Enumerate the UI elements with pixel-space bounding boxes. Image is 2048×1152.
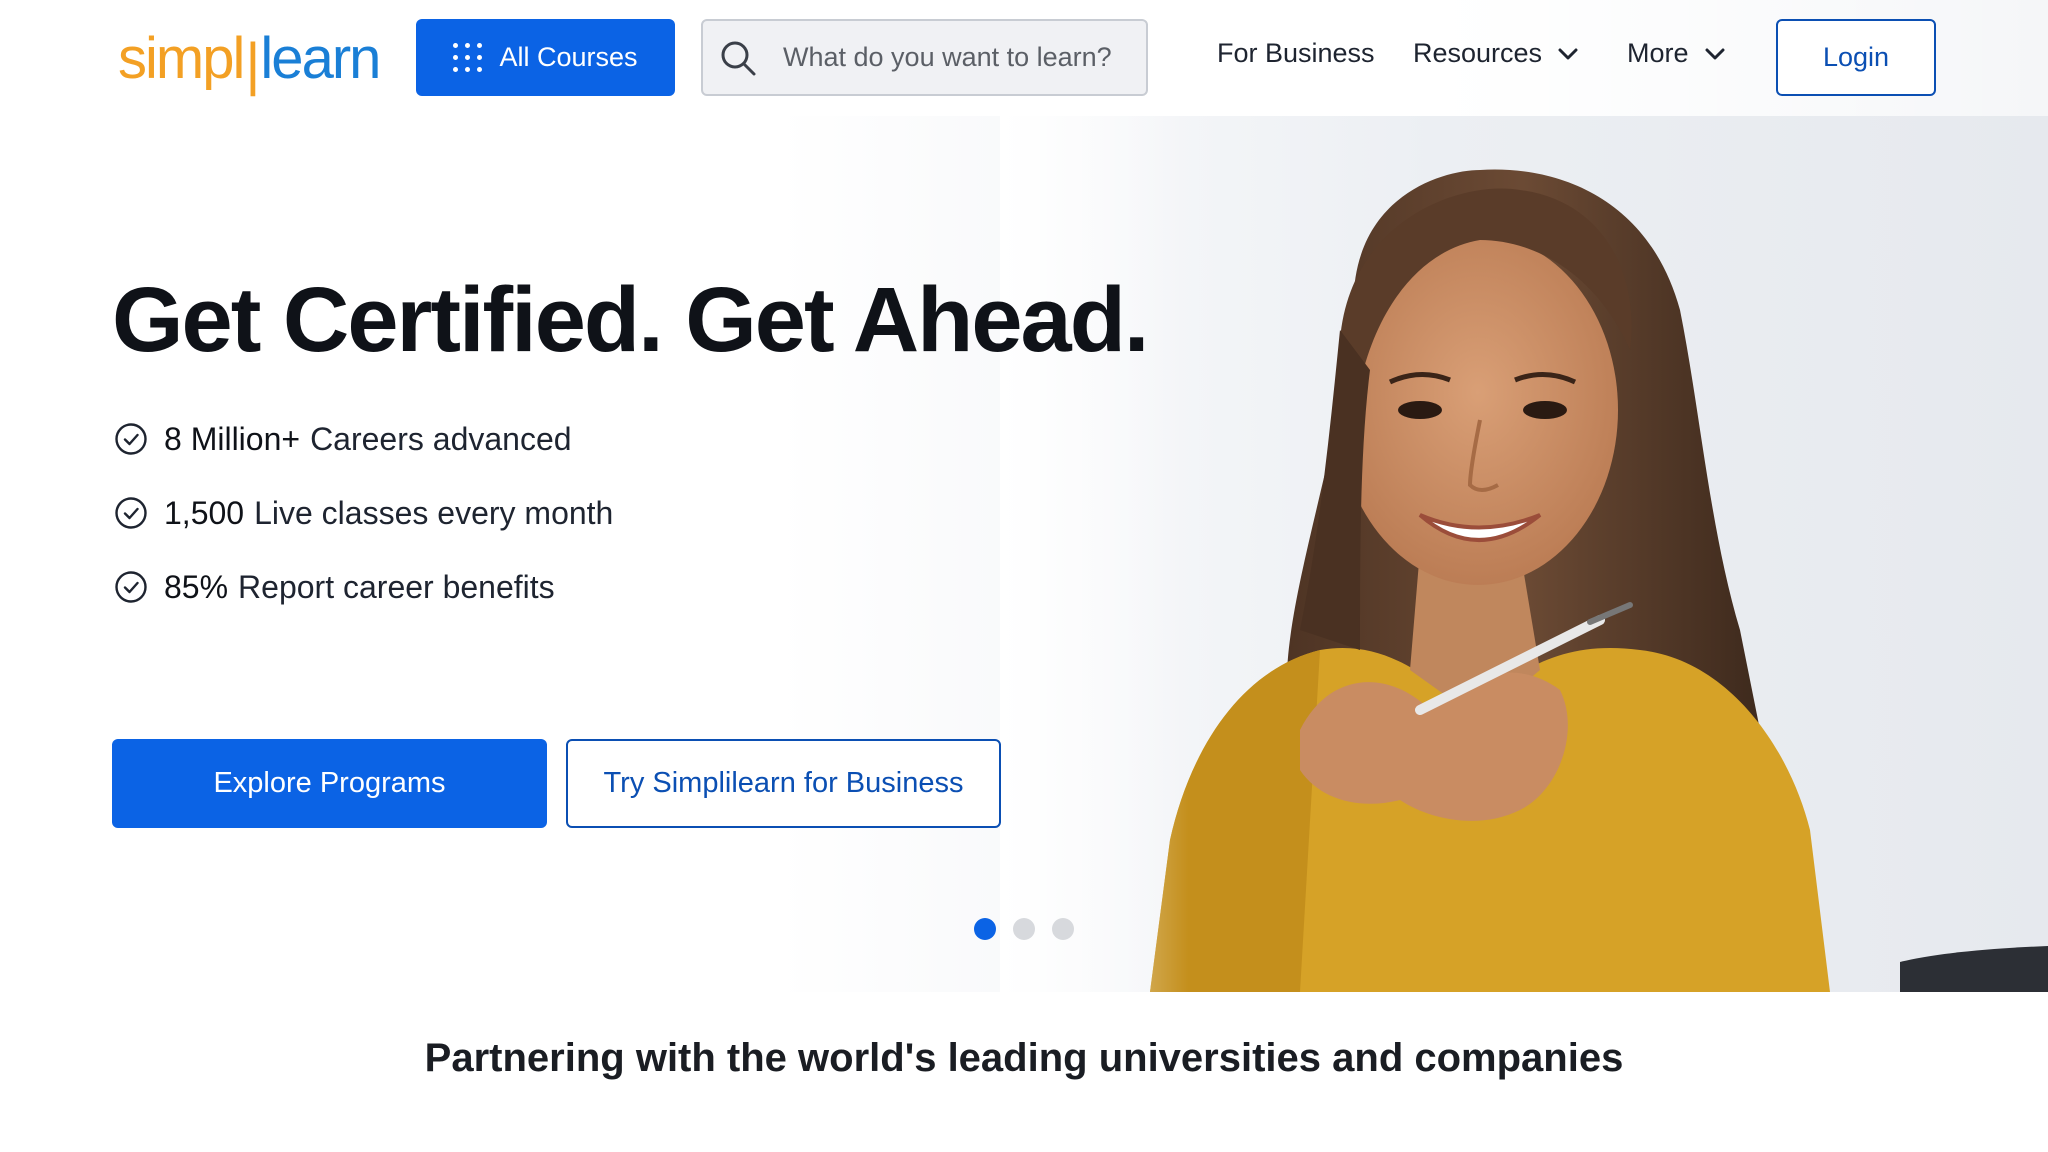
explore-programs-button[interactable]: Explore Programs	[112, 739, 547, 828]
login-label: Login	[1822, 42, 1890, 72]
stat-item: 8 Million+ Careers advanced	[114, 402, 613, 476]
nav-more[interactable]: More	[1627, 38, 1725, 69]
simplilearn-logo[interactable]: simpl | learn	[118, 26, 381, 97]
stat-text: Careers advanced	[310, 420, 572, 457]
stat-item: 1,500 Live classes every month	[114, 476, 613, 550]
chevron-down-icon	[1705, 48, 1725, 59]
hero-photo	[1000, 110, 2048, 992]
carousel-dot-1[interactable]	[974, 918, 996, 940]
explore-programs-label: Explore Programs	[213, 767, 446, 799]
hero-headline: Get Certified. Get Ahead.	[112, 269, 1149, 371]
try-for-business-label: Try Simplilearn for Business	[603, 767, 964, 799]
partners-heading: Partnering with the world's leading univ…	[424, 1036, 1624, 1080]
nav-more-label: More	[1627, 38, 1689, 68]
stat-number: 8 Million+	[164, 420, 301, 457]
nav-for-business[interactable]: For Business	[1217, 38, 1375, 69]
search-icon[interactable]	[703, 19, 773, 96]
check-circle-icon	[115, 423, 147, 455]
nav-resources[interactable]: Resources	[1413, 38, 1578, 69]
all-courses-label: All Courses	[499, 42, 638, 72]
login-button[interactable]: Login	[1776, 19, 1936, 96]
carousel-dot-3[interactable]	[1052, 918, 1074, 940]
try-for-business-button[interactable]: Try Simplilearn for Business	[566, 739, 1001, 828]
logo-text-learn: learn	[260, 26, 381, 91]
nav-for-business-label: For Business	[1217, 38, 1375, 68]
all-courses-button[interactable]: All Courses	[416, 19, 675, 96]
carousel-dots	[974, 918, 1074, 940]
search-input[interactable]	[783, 42, 1143, 73]
search-bar[interactable]	[701, 19, 1148, 96]
page: simpl | learn All Courses For Business	[0, 0, 2048, 1152]
site-header: simpl | learn All Courses For Business	[0, 0, 2048, 116]
nav-resources-label: Resources	[1413, 38, 1543, 68]
grid-icon	[453, 42, 483, 73]
stat-text: Live classes every month	[254, 494, 614, 531]
check-circle-icon	[115, 571, 147, 603]
hero-stats: 8 Million+ Careers advanced 1,500 Live c…	[114, 402, 613, 624]
stat-item: 85% Report career benefits	[114, 550, 613, 624]
logo-text-bar: |	[245, 32, 260, 97]
check-circle-icon	[115, 497, 147, 529]
stat-number: 85%	[164, 568, 229, 605]
stat-number: 1,500	[164, 494, 245, 531]
chevron-down-icon	[1558, 48, 1578, 59]
stat-text: Report career benefits	[238, 568, 555, 605]
carousel-dot-2[interactable]	[1013, 918, 1035, 940]
logo-text-simpl: simpl	[118, 26, 245, 91]
